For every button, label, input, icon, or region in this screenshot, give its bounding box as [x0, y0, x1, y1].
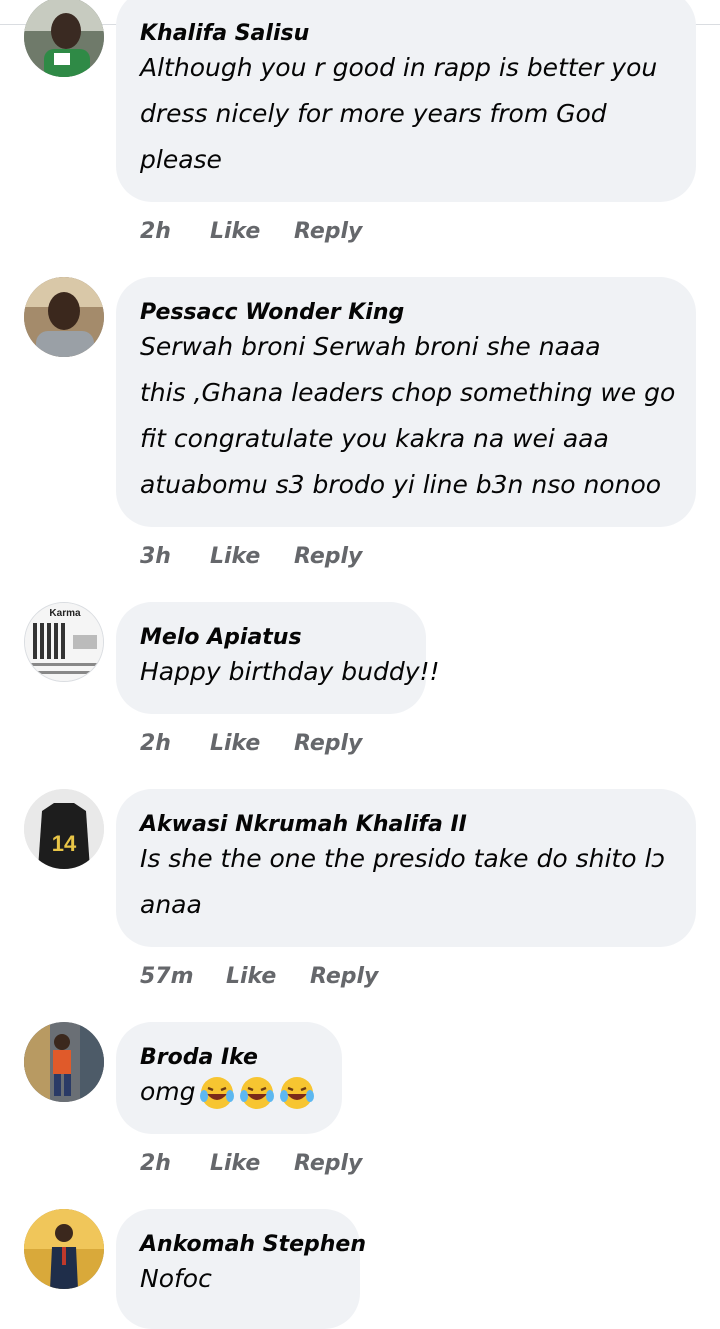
avatar[interactable]: [24, 0, 104, 77]
comment-text-line: atuabomu s3 brodo yi line b3n nso nonoo: [140, 470, 662, 499]
avatar[interactable]: [24, 1022, 104, 1102]
comment-time[interactable]: 57m: [140, 964, 226, 989]
like-button[interactable]: Like: [210, 544, 294, 569]
comment-text-line: Serwah broni Serwah broni she naaa: [140, 332, 601, 361]
avatar[interactable]: Karma: [24, 602, 104, 682]
reply-button[interactable]: Reply: [294, 1151, 362, 1176]
comment-text-line: this ,Ghana leaders chop something we go: [140, 378, 676, 407]
comment-author[interactable]: Melo Apiatus: [140, 624, 402, 652]
comment-time[interactable]: 3h: [140, 544, 210, 569]
avatar-caption: 14: [52, 831, 77, 856]
comment-time[interactable]: 2h: [140, 219, 210, 244]
comment-time[interactable]: 2h: [140, 731, 210, 756]
like-button[interactable]: Like: [210, 219, 294, 244]
reply-button[interactable]: Reply: [294, 219, 362, 244]
avatar[interactable]: [24, 277, 104, 357]
comment-actions: 57m Like Reply: [140, 961, 378, 991]
comment-actions: 3h Like Reply: [140, 541, 362, 571]
laughing-emoji-icon: [199, 1077, 234, 1109]
like-button[interactable]: Like: [226, 964, 310, 989]
like-button[interactable]: Like: [210, 731, 294, 756]
comment-text-line: omg: [140, 1069, 318, 1115]
comment-text-line: Nofoc: [140, 1264, 212, 1293]
comment-author[interactable]: Khalifa Salisu: [140, 20, 672, 48]
comment-time[interactable]: 2h: [140, 1151, 210, 1176]
comment-bubble: Khalifa Salisu Although you r good in ra…: [116, 0, 696, 202]
comment-text-line: Although you r good in rapp is better yo…: [140, 53, 658, 82]
avatar-caption: Karma: [49, 608, 81, 619]
avatar[interactable]: 14: [24, 789, 104, 869]
comment-text-line: dress nicely for more years from God: [140, 99, 607, 128]
comment-text-line: Is she the one the presido take do shito…: [140, 844, 666, 873]
comment-text-line: anaa: [140, 890, 202, 919]
comment-actions: 2h Like Reply: [140, 1148, 362, 1178]
avatar[interactable]: [24, 1209, 104, 1289]
comment-bubble: Ankomah Stephen Nofoc: [116, 1209, 366, 1329]
comment-actions: 2h Like Reply: [140, 728, 362, 758]
comment-bubble: Melo Apiatus Happy birthday buddy!!: [116, 602, 440, 714]
comment-actions: 2h Like Reply: [140, 216, 362, 246]
comment-text-line: please: [140, 145, 222, 174]
laughing-emoji-icon: [279, 1077, 314, 1109]
comment-bubble: Broda Ike omg: [116, 1022, 342, 1134]
comment-text-line: fit congratulate you kakra na wei aaa: [140, 424, 609, 453]
comment-text-line: Happy birthday buddy!!: [140, 657, 440, 686]
comment-text: omg: [140, 1077, 196, 1106]
laughing-emoji-icon: [239, 1077, 274, 1109]
reply-button[interactable]: Reply: [310, 964, 378, 989]
comment-bubble: Pessacc Wonder King Serwah broni Serwah …: [116, 277, 696, 527]
comment-author[interactable]: Akwasi Nkrumah Khalifa II: [140, 811, 672, 839]
comment-author[interactable]: Pessacc Wonder King: [140, 299, 672, 327]
like-button[interactable]: Like: [210, 1151, 294, 1176]
reply-button[interactable]: Reply: [294, 731, 362, 756]
comment-bubble: Akwasi Nkrumah Khalifa II Is she the one…: [116, 789, 696, 947]
reply-button[interactable]: Reply: [294, 544, 362, 569]
comment-author[interactable]: Broda Ike: [140, 1044, 318, 1072]
comment-author[interactable]: Ankomah Stephen: [140, 1231, 366, 1259]
